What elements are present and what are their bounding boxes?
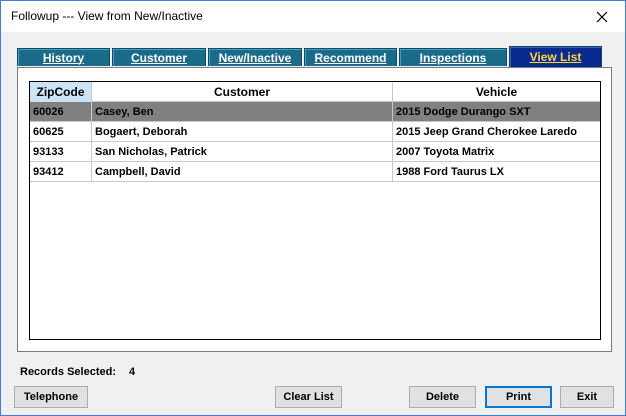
close-icon (596, 11, 608, 22)
table-row[interactable]: 60625 Bogaert, Deborah 2015 Jeep Grand C… (30, 122, 600, 142)
grid-body: 60026 Casey, Ben 2015 Dodge Durango SXT … (30, 102, 600, 182)
exit-button[interactable]: Exit (560, 386, 614, 408)
records-selected: Records Selected: 4 (20, 366, 135, 378)
cell-customer: Campbell, David (92, 162, 393, 181)
cell-customer: Bogaert, Deborah (92, 122, 393, 141)
cell-vehicle: 2015 Jeep Grand Cherokee Laredo (396, 125, 577, 138)
grid-header: ZipCode Customer Vehicle (30, 82, 600, 102)
records-selected-label: Records Selected: (20, 366, 116, 378)
column-header-zipcode[interactable]: ZipCode (30, 82, 92, 102)
view-list-panel: ZipCode Customer Vehicle 60026 Casey, Be… (17, 67, 612, 352)
tab-new-inactive[interactable]: New/Inactive (208, 48, 302, 66)
cell-zipcode: 60625 (30, 122, 92, 141)
title-bar: Followup --- View from New/Inactive (1, 1, 625, 32)
tab-inspections[interactable]: Inspections (399, 48, 507, 66)
delete-button[interactable]: Delete (409, 386, 476, 408)
close-button[interactable] (579, 1, 625, 32)
table-row[interactable]: 93412 Campbell, David 1988 Ford Taurus L… (30, 162, 600, 182)
table-row[interactable]: 93133 San Nicholas, Patrick 2007 Toyota … (30, 142, 600, 162)
tab-view-list[interactable]: View List (509, 46, 602, 67)
tab-history[interactable]: History (17, 48, 110, 66)
window-title: Followup --- View from New/Inactive (11, 9, 203, 23)
cell-zipcode: 60026 (30, 102, 92, 121)
table-row[interactable]: 60026 Casey, Ben 2015 Dodge Durango SXT (30, 102, 600, 122)
tab-recommend[interactable]: Recommend (304, 48, 397, 66)
clear-list-button[interactable]: Clear List (275, 386, 342, 408)
telephone-button[interactable]: Telephone (14, 386, 88, 408)
tab-customer[interactable]: Customer (112, 48, 206, 66)
cell-vehicle: 1988 Ford Taurus LX (396, 165, 504, 178)
cell-zipcode: 93133 (30, 142, 92, 161)
cell-customer: San Nicholas, Patrick (92, 142, 393, 161)
cell-vehicle: 2015 Dodge Durango SXT (396, 105, 531, 118)
column-header-vehicle[interactable]: Vehicle (393, 82, 600, 102)
tab-strip: History Customer New/Inactive Recommend … (17, 46, 604, 68)
column-header-customer[interactable]: Customer (92, 82, 393, 102)
cell-zipcode: 93412 (30, 162, 92, 181)
cell-vehicle: 2007 Toyota Matrix (396, 145, 495, 158)
print-button[interactable]: Print (485, 386, 552, 408)
records-selected-count: 4 (129, 366, 136, 378)
followup-window: Followup --- View from New/Inactive Hist… (0, 0, 626, 416)
customer-grid[interactable]: ZipCode Customer Vehicle 60026 Casey, Be… (29, 81, 601, 340)
cell-customer: Casey, Ben (92, 102, 393, 121)
